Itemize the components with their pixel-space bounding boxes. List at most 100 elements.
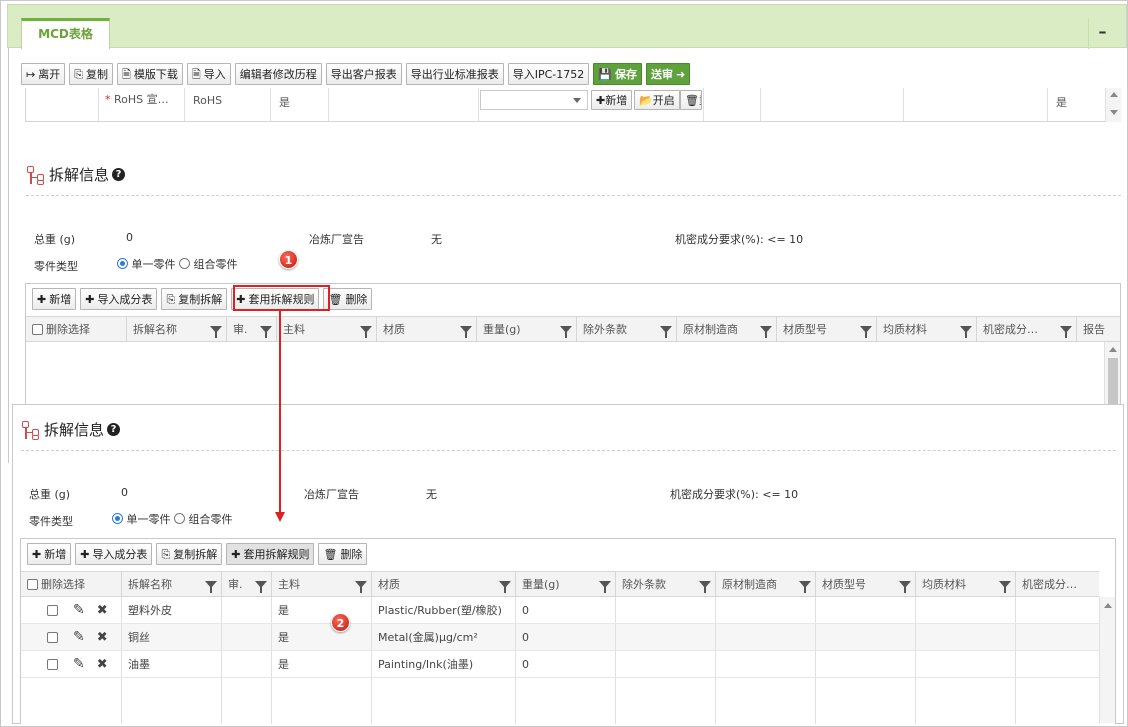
help-icon[interactable]: ? [112, 168, 126, 181]
top-col-confidential[interactable]: 机密成分… [977, 317, 1077, 341]
filter-icon[interactable] [560, 325, 572, 338]
import-ipc-button[interactable]: 导入IPC-1752 [507, 63, 590, 85]
bottom-col-confidential[interactable]: 机密成分… [1016, 572, 1099, 596]
export-industry-report-button[interactable]: 导出行业标准报表 [405, 63, 504, 85]
tab-mcd-form[interactable]: MCD表格 [21, 18, 110, 49]
top-col-weight[interactable]: 重量(g) [477, 317, 577, 341]
save-button[interactable]: 💾 保存 [593, 63, 642, 85]
select-all-checkbox[interactable] [32, 324, 43, 335]
bottom-col-material[interactable]: 材质 [372, 572, 516, 596]
pencil-icon[interactable]: ✎ [73, 656, 85, 672]
bottom-delete-button[interactable]: 🗑 删除 [318, 543, 368, 565]
copy-button[interactable]: ⎘ 复制 [69, 63, 114, 85]
rohs-open-button[interactable]: 📂开启 [634, 90, 680, 110]
filter-icon[interactable] [599, 580, 611, 593]
rohs-delete-button[interactable]: 🗑重 [680, 90, 702, 110]
top-combo-label: 组合零件 [193, 258, 238, 271]
filter-icon[interactable] [1060, 325, 1072, 338]
import-button[interactable]: 🗎 导入 [186, 63, 231, 85]
rohs-select[interactable] [480, 90, 588, 110]
bottom-apply-rules-button[interactable]: ✚ 套用拆解规则 [226, 543, 315, 565]
pencil-icon[interactable]: ✎ [73, 629, 85, 645]
bottom-add-button[interactable]: ✚ 新增 [27, 543, 72, 565]
bottom-import-composition-button[interactable]: ✚ 导入成分表 [75, 543, 153, 565]
bottom-grid-scrollbar[interactable] [1099, 597, 1115, 723]
template-download-button[interactable]: 🗎 模版下载 [117, 63, 183, 85]
submit-review-button[interactable]: 送审 ➜ [645, 63, 691, 85]
bottom-col-exclusion[interactable]: 除外条款 [616, 572, 716, 596]
top-col-main[interactable]: 主料 [277, 317, 377, 341]
filter-icon[interactable] [960, 325, 972, 338]
filter-icon[interactable] [760, 325, 772, 338]
delete-x-icon[interactable]: ✖ [97, 603, 108, 618]
top-col-material-model[interactable]: 材质型号 [777, 317, 877, 341]
filter-icon[interactable] [799, 580, 811, 593]
top-col-select[interactable]: 删除选择 [26, 317, 127, 341]
top-col-material[interactable]: 材质 [377, 317, 477, 341]
delete-x-icon[interactable]: ✖ [97, 657, 108, 672]
filter-icon[interactable] [210, 325, 222, 338]
help-icon[interactable]: ? [107, 423, 121, 436]
pencil-icon[interactable]: ✎ [73, 602, 85, 618]
select-all-checkbox[interactable] [27, 579, 38, 590]
row-name[interactable]: 塑料外皮 [122, 597, 222, 623]
bottom-col-review[interactable]: 审. [222, 572, 272, 596]
scroll-thumb[interactable] [1108, 358, 1118, 404]
bottom-col-main[interactable]: 主料 [272, 572, 372, 596]
leave-button[interactable]: ↦ 离开 [21, 63, 66, 85]
top-col-select-text: 删除选择 [46, 323, 90, 336]
bottom-col-select[interactable]: 删除选择 [21, 572, 122, 596]
filter-icon[interactable] [205, 580, 217, 593]
scroll-down-icon[interactable] [1110, 110, 1118, 115]
filter-icon[interactable] [355, 580, 367, 593]
delete-x-icon[interactable]: ✖ [97, 630, 108, 645]
bottom-col-name[interactable]: 拆解名称 [122, 572, 222, 596]
rohs-add-button[interactable]: ✚新增 [591, 90, 633, 110]
editor-history-button[interactable]: 编辑者修改历程 [234, 63, 322, 85]
top-grid-scrollbar[interactable] [1104, 342, 1120, 406]
top-col-report[interactable]: 报告 [1077, 317, 1120, 341]
row-name[interactable]: 铜丝 [122, 624, 222, 650]
row-checkbox[interactable] [47, 658, 58, 670]
filter-icon[interactable] [255, 580, 267, 593]
bottom-col-manufacturer[interactable]: 原材制造商 [716, 572, 816, 596]
scroll-up-icon[interactable] [1110, 92, 1118, 97]
import-label: 导入 [203, 68, 226, 81]
bottom-radio-combo[interactable] [174, 513, 185, 524]
top-col-exclusion[interactable]: 除外条款 [577, 317, 677, 341]
save-icon: 💾 [598, 67, 612, 81]
top-col-homogeneous[interactable]: 均质材料 [877, 317, 977, 341]
top-add-button[interactable]: ✚ 新增 [32, 288, 77, 310]
row-name[interactable]: 油墨 [122, 651, 222, 677]
top-radio-combo[interactable] [179, 258, 190, 269]
bottom-col-name-text: 拆解名称 [128, 578, 172, 591]
filter-icon[interactable] [899, 580, 911, 593]
minimize-button[interactable]: – [1088, 19, 1116, 49]
export-customer-report-button[interactable]: 导出客户报表 [325, 63, 402, 85]
bottom-copy-disassembly-button[interactable]: ⎘ 复制拆解 [156, 543, 223, 565]
rohs-scrollbar[interactable] [1105, 88, 1121, 122]
top-col-review[interactable]: 审. [227, 317, 277, 341]
filter-icon[interactable] [999, 580, 1011, 593]
bottom-col-weight[interactable]: 重量(g) [516, 572, 616, 596]
scroll-up-icon[interactable] [1109, 347, 1117, 352]
top-radio-single[interactable] [117, 258, 128, 269]
scroll-up-icon[interactable] [1104, 603, 1112, 608]
top-delete-button[interactable]: 🗑 删除 [323, 288, 373, 310]
filter-icon[interactable] [660, 325, 672, 338]
filter-icon[interactable] [260, 325, 272, 338]
bottom-col-material-model[interactable]: 材质型号 [816, 572, 916, 596]
filter-icon[interactable] [360, 325, 372, 338]
bottom-col-homogeneous[interactable]: 均质材料 [916, 572, 1016, 596]
bottom-radio-single[interactable] [112, 513, 123, 524]
row-checkbox[interactable] [47, 604, 58, 616]
top-col-name[interactable]: 拆解名称 [127, 317, 227, 341]
top-copy-disassembly-button[interactable]: ⎘ 复制拆解 [161, 288, 228, 310]
top-col-manufacturer[interactable]: 原材制造商 [677, 317, 777, 341]
filter-icon[interactable] [460, 325, 472, 338]
filter-icon[interactable] [860, 325, 872, 338]
filter-icon[interactable] [499, 580, 511, 593]
top-import-composition-button[interactable]: ✚ 导入成分表 [80, 288, 158, 310]
filter-icon[interactable] [699, 580, 711, 593]
row-checkbox[interactable] [47, 631, 58, 643]
